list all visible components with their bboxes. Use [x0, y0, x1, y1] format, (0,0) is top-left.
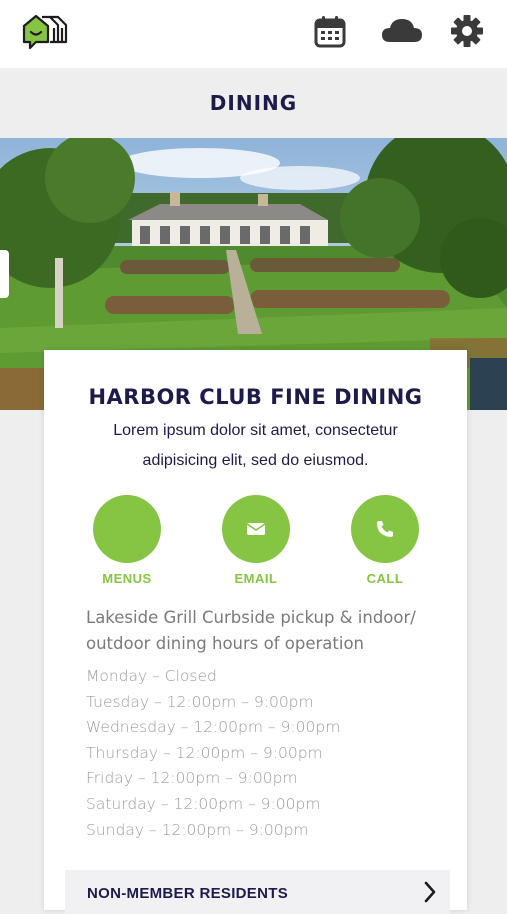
- menus-circle: [93, 495, 161, 563]
- top-bar: [0, 0, 507, 68]
- menus-button[interactable]: MENUS: [77, 495, 177, 586]
- side-drawer-tab[interactable]: [0, 250, 9, 298]
- email-button[interactable]: EMAIL: [206, 495, 306, 586]
- hours-item: Monday – Closed: [86, 667, 217, 685]
- envelope-icon: [246, 523, 266, 535]
- hours-item: Wednesday – 12:00pm – 9:00pm: [86, 718, 341, 737]
- app-logo-icon[interactable]: [20, 12, 68, 52]
- hours-item: Sunday – 12:00pm – 9:00pm: [86, 820, 309, 839]
- call-label: CALL: [366, 571, 404, 586]
- cloud-icon[interactable]: [380, 14, 424, 48]
- hours-item: Thursday – 12:00pm – 9:00pm: [86, 743, 323, 762]
- venue-title: HARBOR CLUB FINE DINING: [88, 385, 423, 409]
- chevron-right-icon: [424, 881, 436, 903]
- call-button[interactable]: CALL: [335, 495, 435, 586]
- hours-item: Tuesday – 12:00pm – 9:00pm: [86, 692, 314, 711]
- email-label: EMAIL: [234, 571, 278, 586]
- section-label: NON-MEMBER RESIDENTS: [87, 885, 289, 902]
- section-non-member-residents[interactable]: NON-MEMBER RESIDENTS: [65, 870, 450, 914]
- phone-icon: [377, 521, 393, 537]
- hours-list: Monday – Closed Tuesday – 12:00pm – 9:00…: [86, 664, 436, 843]
- menus-label: MENUS: [102, 571, 152, 586]
- gear-icon[interactable]: [450, 14, 484, 48]
- venue-card: HARBOR CLUB FINE DINING Lorem ipsum dolo…: [44, 350, 467, 914]
- hours-item: Friday – 12:00pm – 9:00pm: [86, 769, 298, 788]
- hours-item: Saturday – 12:00pm – 9:00pm: [86, 794, 321, 813]
- hours-heading: Lakeside Grill Curbside pickup & indoor/…: [86, 608, 416, 653]
- calendar-icon[interactable]: [313, 14, 347, 48]
- page-title: DINING: [209, 91, 298, 115]
- page-title-bar: DINING: [0, 68, 507, 138]
- venue-description: Lorem ipsum dolor sit amet, consectetur …: [113, 422, 398, 469]
